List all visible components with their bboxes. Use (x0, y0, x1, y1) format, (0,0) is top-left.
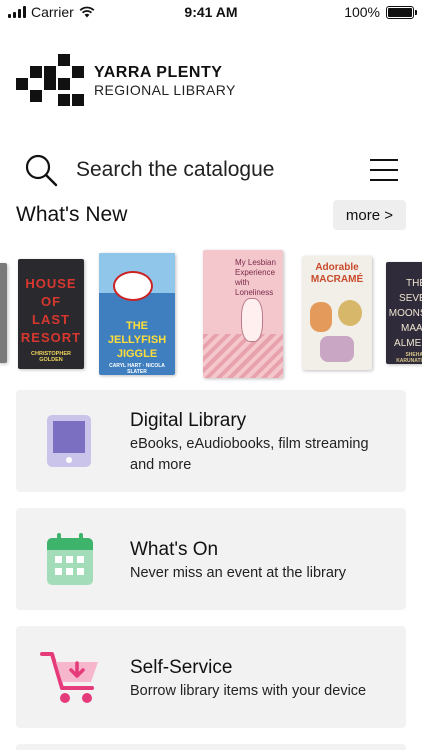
library-logo: YARRA PLENTY REGIONAL LIBRARY (16, 54, 236, 108)
book-cover[interactable]: Adorable MACRAMÉ (302, 256, 372, 370)
battery-percent: 100% (344, 4, 380, 20)
next-card[interactable] (16, 744, 406, 750)
book-author: SHEHAN KARUNATILAKA (396, 352, 422, 364)
status-bar: Carrier 9:41 AM 100% (0, 0, 422, 24)
card-title: Self-Service (130, 657, 233, 678)
whats-new-carousel[interactable]: HOUSE OF LAST RESORT CHRISTOPHER GOLDEN … (0, 245, 422, 385)
search-icon[interactable] (24, 153, 58, 187)
book-cover[interactable]: HOUSE OF LAST RESORT CHRISTOPHER GOLDEN (18, 259, 84, 369)
book-cover[interactable]: My Lesbian Experience with Loneliness (203, 250, 283, 378)
book-title: THE JELLYFISH JIGGLE (107, 320, 167, 360)
logo-mark-icon (16, 54, 84, 106)
cart-icon (40, 652, 98, 703)
tablet-icon (47, 415, 91, 467)
search-input[interactable]: Search the catalogue (76, 158, 370, 182)
card-title: What's On (130, 539, 219, 560)
search-bar: Search the catalogue (24, 150, 398, 190)
battery-status: 100% (344, 4, 417, 20)
logo-subtitle: REGIONAL LIBRARY (94, 82, 236, 98)
book-title: HOUSE OF LAST RESORT (20, 276, 82, 345)
more-button[interactable]: more > (332, 200, 406, 230)
whats-new-heading: What's New (16, 203, 128, 226)
self-service-card[interactable]: Self-Service Borrow library items with y… (16, 626, 406, 728)
calendar-icon (47, 533, 93, 585)
book-cover[interactable]: THE SEVEN MOONS OF MAALI ALMEIDA SHEHAN … (386, 262, 422, 364)
card-subtitle: Borrow library items with your device (130, 683, 367, 699)
battery-icon (386, 5, 417, 19)
book-author: CHRISTOPHER GOLDEN (31, 351, 71, 363)
card-subtitle: Never miss an event at the library (130, 565, 346, 581)
card-title: Digital Library (130, 410, 247, 431)
whats-on-card[interactable]: What's On Never miss an event at the lib… (16, 508, 406, 610)
digital-library-card[interactable]: Digital Library eBooks, eAudiobooks, fil… (16, 390, 406, 492)
book-title: Adorable MACRAMÉ (310, 262, 364, 285)
book-author: CARYL HART · NICOLA SLATER (109, 363, 165, 375)
book-title: My Lesbian Experience with Loneliness (235, 258, 276, 297)
book-title: THE SEVEN MOONS OF MAALI ALMEIDA (388, 278, 422, 349)
menu-icon[interactable] (370, 159, 398, 181)
book-cover-partial[interactable] (0, 263, 7, 363)
card-subtitle: eBooks, eAudiobooks, film streaming and … (130, 436, 369, 473)
book-cover[interactable]: THE JELLYFISH JIGGLE CARYL HART · NICOLA… (99, 253, 175, 375)
logo-title: YARRA PLENTY (94, 64, 223, 81)
